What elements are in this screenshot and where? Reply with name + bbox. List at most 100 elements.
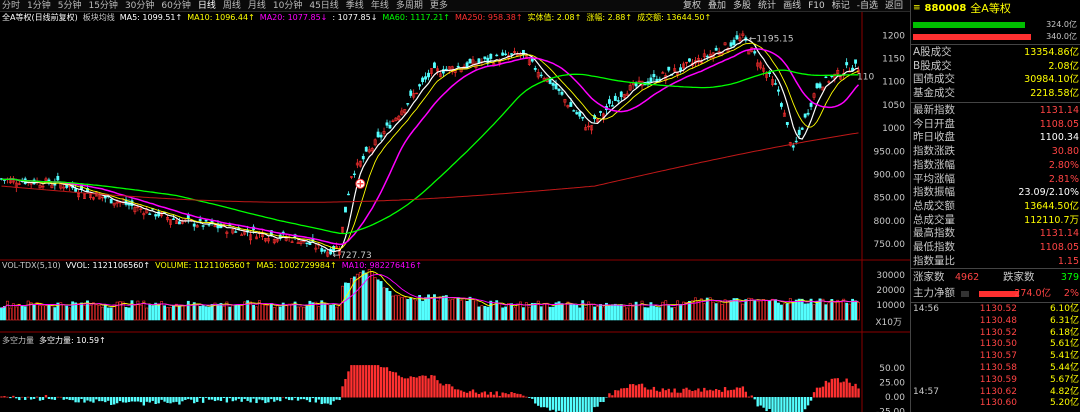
bull-bear-bar — [228, 397, 232, 399]
volume-bar — [323, 302, 327, 321]
volume-bar — [358, 272, 362, 321]
tool-button[interactable]: 复权 — [683, 0, 701, 12]
candle-body — [530, 58, 534, 62]
up-count-label: 涨家数 — [913, 271, 945, 283]
trade-volume: 5.41亿 — [1049, 351, 1079, 362]
trade-volume: 5.44亿 — [1049, 363, 1079, 373]
volume-bar — [74, 302, 78, 321]
kline-chart[interactable]: 1200 1150 1100 1050 1000 950.00 900.00 850.00 80… — [0, 12, 910, 412]
timeframe-tab[interactable]: 日线 — [198, 0, 216, 12]
candle-body — [468, 58, 472, 64]
volume-bar — [756, 300, 760, 321]
bull-bear-bar — [193, 397, 196, 404]
volume-bar — [112, 304, 116, 321]
volume-bar — [361, 270, 365, 321]
menu-icon[interactable]: ≡ — [913, 3, 921, 13]
stat-value: 13644.50亿 — [1024, 200, 1079, 212]
bull-bear-bar — [29, 397, 33, 400]
bull-bear-bar — [643, 387, 647, 398]
bull-bear-bar — [513, 393, 516, 398]
bull-bear-bar — [575, 397, 578, 412]
volume-bar — [441, 295, 445, 321]
tool-button[interactable]: -自选 — [857, 0, 878, 12]
tool-button[interactable]: F10 — [808, 0, 825, 12]
stat-value: 1108.05 — [1039, 242, 1079, 253]
bull-bear-bar — [243, 397, 246, 399]
tool-button[interactable]: 返回 — [885, 0, 903, 12]
stat-label: 总成交量 — [913, 213, 955, 226]
timeframe-tab[interactable]: 15分钟 — [88, 0, 117, 12]
volume-bar — [252, 304, 255, 321]
volume-bar — [335, 306, 339, 321]
volume-bar — [782, 303, 786, 321]
bull-bear-bar — [827, 382, 831, 398]
bull-bear-bar — [415, 377, 418, 398]
volume-bar — [548, 306, 552, 321]
volume-bar — [679, 304, 683, 321]
timeframe-tab[interactable]: 月线 — [248, 0, 266, 12]
bull-bear-bar — [258, 397, 261, 400]
bull-bear-bar — [127, 397, 131, 403]
bull-bear-bar — [667, 388, 670, 398]
trade-price: 1130.59 — [979, 374, 1017, 385]
tool-button[interactable]: 多股 — [733, 0, 751, 12]
bull-bear-bar — [806, 397, 810, 406]
bull-bear-bar — [792, 397, 795, 412]
bull-bear-bar — [747, 396, 750, 398]
bull-bear-bar — [717, 389, 721, 398]
bull-bear-bar — [317, 397, 320, 400]
volume-bar — [8, 307, 12, 321]
bull-bear-bar — [566, 397, 570, 412]
timeframe-tab[interactable]: 更多 — [430, 0, 448, 12]
volume-bar — [201, 305, 205, 321]
volume-bar — [489, 300, 493, 321]
candle-body — [154, 214, 158, 217]
stat-label: 指数量比 — [913, 254, 955, 267]
timeframe-tab[interactable]: 5分钟 — [58, 0, 82, 12]
dk-tick-label: 25.00 — [879, 379, 905, 389]
stat-value: 13354.86亿 — [1024, 47, 1079, 58]
tool-button[interactable]: 统计 — [758, 0, 776, 12]
bull-bear-bar — [664, 390, 667, 398]
bull-bear-bar — [403, 378, 406, 398]
candle-body — [204, 219, 208, 222]
bull-bear-bar — [222, 397, 226, 398]
tool-button[interactable]: 叠加 — [708, 0, 726, 12]
volume-bar — [765, 299, 769, 321]
bull-bear-bar — [77, 397, 80, 403]
bull-bear-bar — [842, 381, 845, 398]
timeframe-tab[interactable]: 10分钟 — [273, 0, 302, 12]
bull-bear-bar — [101, 397, 104, 402]
candle-body — [465, 62, 469, 68]
bull-bear-bar — [744, 391, 748, 398]
price-tick-label: 800.00 — [874, 217, 906, 227]
turnover-bar-fill — [913, 22, 1026, 28]
timeframe-tab[interactable]: 分时 — [2, 0, 20, 12]
bull-bear-bar — [507, 394, 510, 398]
timeframe-tab[interactable]: 季线 — [346, 0, 364, 12]
timeframe-tab[interactable]: 年线 — [371, 0, 389, 12]
flow-toggle-icon[interactable] — [961, 291, 969, 297]
volume-bar — [228, 306, 232, 321]
bull-bear-bar — [572, 397, 576, 412]
bull-bear-bar — [252, 397, 255, 399]
trade-row: 14:56 1130.52 6.10亿 — [911, 304, 1080, 315]
timeframe-tab[interactable]: 周线 — [223, 0, 241, 12]
volume-bar — [370, 271, 374, 321]
stat-row: 最低指数 1108.05 — [911, 241, 1080, 254]
timeframe-tab[interactable]: 多周期 — [396, 0, 423, 12]
stat-label: 总成交额 — [913, 199, 955, 212]
volume-bar — [513, 307, 516, 321]
timeframe-tab[interactable]: 60分钟 — [161, 0, 190, 12]
candle-body — [427, 72, 430, 78]
timeframe-tab[interactable]: 1分钟 — [27, 0, 51, 12]
volume-bar — [376, 279, 380, 321]
tool-button[interactable]: 画线 — [783, 0, 801, 12]
bull-bear-bar — [373, 365, 377, 398]
bull-bear-bar — [673, 388, 676, 398]
tool-button[interactable]: 标记 — [832, 0, 850, 12]
timeframe-tab[interactable]: 45日线 — [309, 0, 338, 12]
timeframe-tab[interactable]: 30分钟 — [125, 0, 154, 12]
volume-bar — [812, 304, 816, 321]
timeframe-tabs: 分时 1分钟 5分钟 15分钟 30分钟 60分钟 日线 周线 月线 10分钟 45日线 季线 年线 多周… — [2, 0, 448, 12]
